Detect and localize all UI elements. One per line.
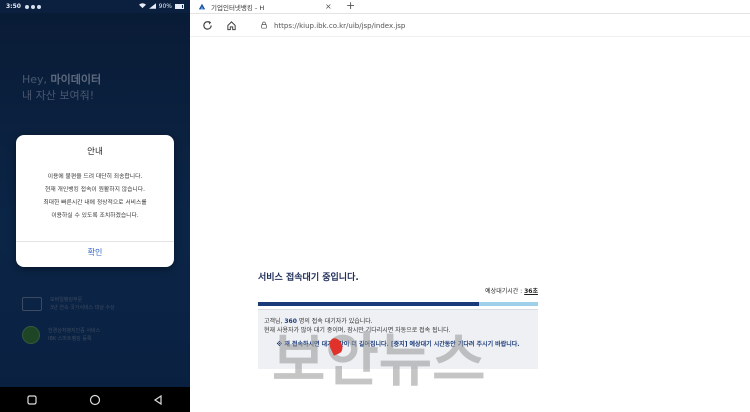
count-prefix: 고객님,: [264, 318, 285, 325]
dialog-body-line: 최대한 빠른시간 내에 정상적으로 서비스를: [43, 200, 147, 206]
recent-apps-button[interactable]: [25, 393, 39, 407]
boannews-watermark: 보안뉴스: [272, 326, 486, 394]
dialog-divider: [16, 241, 174, 242]
phone-status-bar: 3:50 90%: [0, 0, 190, 13]
android-nav-bar: [0, 387, 190, 412]
ibk-favicon-icon: [198, 3, 206, 11]
waiting-count: 360: [284, 318, 297, 325]
reload-icon: [202, 20, 212, 30]
battery-icon: [175, 4, 184, 9]
new-tab-button[interactable]: +: [346, 0, 355, 12]
dialog-ok-button[interactable]: 확인: [16, 247, 174, 258]
home-icon: [226, 21, 236, 31]
status-right: 90%: [138, 2, 184, 11]
reload-button[interactable]: [200, 19, 214, 33]
dialog-title: 안내: [87, 147, 103, 157]
phone-screen: 3:50 90% Hey, 마이데이터 내 자산 보여줘! 모바일뱅킹부문 3년: [0, 0, 190, 412]
battery-percent: 90%: [158, 3, 172, 10]
queue-title: 서비스 접속대기 중입니다.: [258, 273, 359, 283]
back-triangle-icon: [154, 394, 162, 405]
tab-ibk-banking[interactable]: 기업인터넷뱅킹 - H: [198, 0, 264, 14]
home-button[interactable]: [88, 393, 102, 407]
eta-value: 36초: [524, 288, 538, 295]
lock-icon: [260, 21, 268, 31]
dialog-body-line: 이용하실 수 있도록 조치하겠습니다.: [51, 213, 139, 219]
tab-close-icon[interactable]: ×: [325, 2, 332, 11]
notice-dialog: 안내 이용에 불편을 드려 대단히 죄송합니다. 현재 개인뱅킹 접속이 원활하…: [16, 135, 174, 267]
home-circle-icon: [89, 394, 101, 405]
dialog-body-line: 현재 개인뱅킹 접속이 원활하지 않습니다.: [45, 187, 145, 193]
url-text: https://kiup.ibk.co.kr/uib/jsp/index.jsp: [274, 22, 406, 30]
browser-toolbar: https://kiup.ibk.co.kr/uib/jsp/index.jsp: [190, 15, 750, 37]
status-time: 3:50: [6, 3, 21, 10]
queue-count-line: 고객님, 360 명의 접속 대기자가 있습니다.: [264, 316, 373, 325]
recent-apps-icon: [27, 394, 37, 405]
dialog-body: 이용에 불편을 드려 대단히 죄송합니다. 현재 개인뱅킹 접속이 원활하지 않…: [22, 171, 168, 223]
screenshot-root: 3:50 90% Hey, 마이데이터 내 자산 보여줘! 모바일뱅킹부문 3년: [0, 0, 750, 412]
notification-icons: [24, 4, 41, 9]
dialog-body-line: 이용에 불편을 드려 대단히 죄송합니다.: [47, 174, 143, 180]
count-suffix: 명의 접속 대기자가 있습니다.: [296, 318, 373, 325]
eta-label: 예상대기시간 :: [485, 288, 525, 295]
signal-icon: [148, 2, 156, 11]
back-button[interactable]: [151, 393, 165, 407]
queue-progress-fill: [258, 302, 480, 306]
home-button[interactable]: [224, 19, 238, 33]
queue-progress-track: [258, 302, 538, 306]
tab-strip: 기업인터넷뱅킹 - H × +: [190, 0, 750, 14]
address-bar[interactable]: https://kiup.ibk.co.kr/uib/jsp/index.jsp: [260, 18, 740, 34]
queue-eta: 예상대기시간 : 36초: [258, 286, 538, 295]
tab-title: 기업인터넷뱅킹 - H: [211, 4, 265, 12]
wifi-icon: [138, 2, 146, 11]
